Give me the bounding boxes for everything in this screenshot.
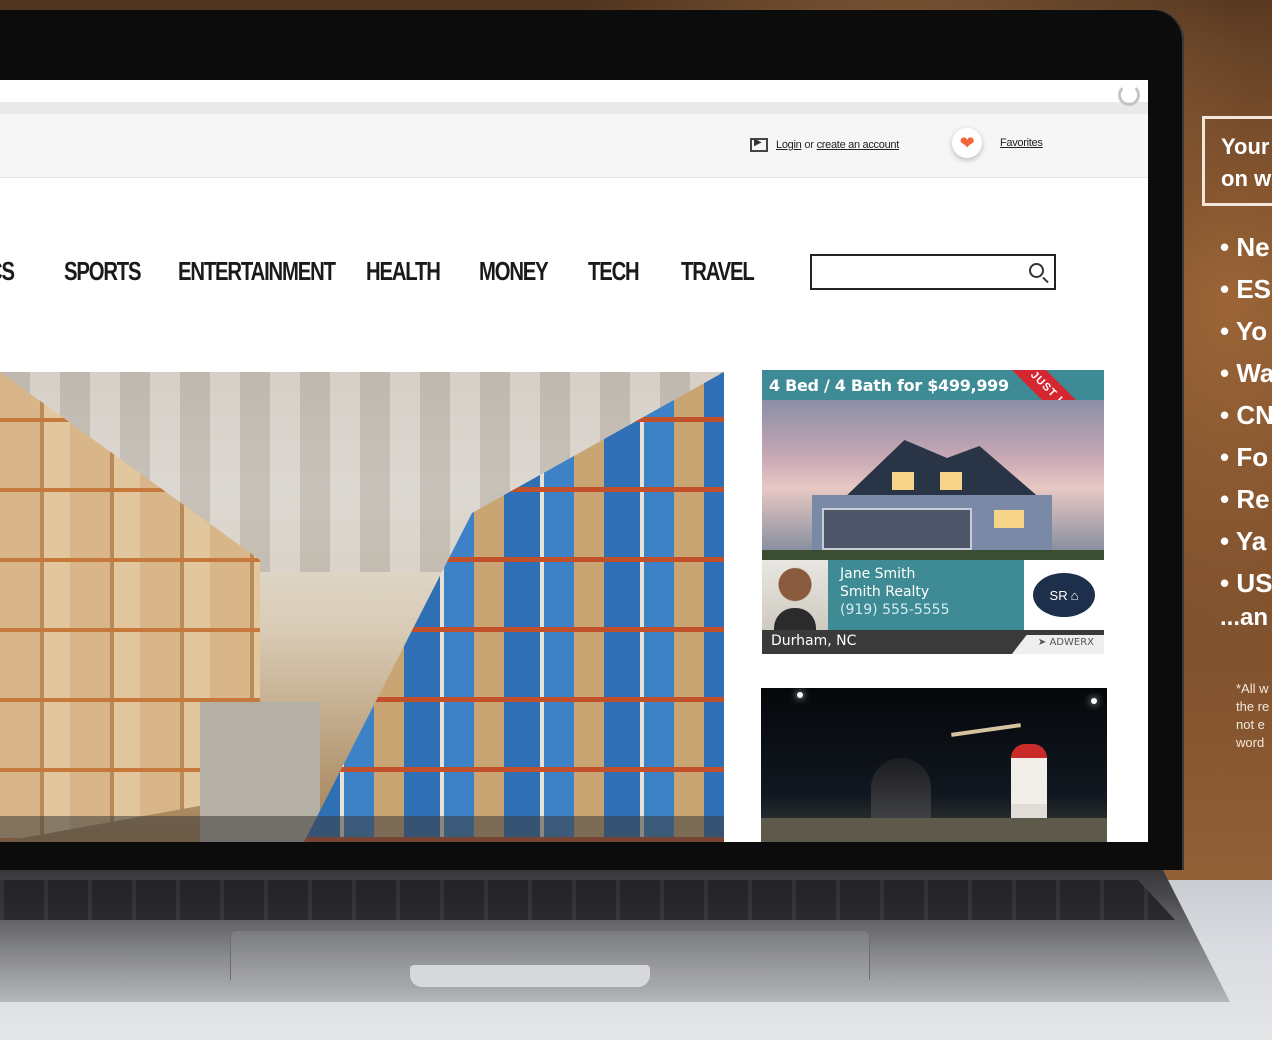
nav-item-entertainment[interactable]: ENTERTAINMENT [178,256,336,287]
laptop-lid: Login or create an account ❤ Favorites C… [0,10,1184,870]
or-text: or [804,139,814,151]
nav-item-travel[interactable]: TRAVEL [681,256,755,287]
agent-info: Jane Smith Smith Realty (919) 555-5555 [828,560,1024,630]
promo-heading-line1: Your [1221,134,1270,159]
house-window [892,472,914,490]
house-window [994,510,1024,528]
house-icon: ⌂ [1070,587,1079,603]
login-link[interactable]: Login [776,139,802,151]
nav-item-sports[interactable]: SPORTS [64,256,142,287]
search-icon[interactable] [1029,263,1044,278]
house-window [940,472,962,490]
search-input[interactable] [810,254,1056,290]
ad-location: Durham, NC [771,633,857,649]
agency-name: Smith Realty [840,584,930,600]
agent-name: Jane Smith [840,566,916,582]
browser-address-bar [0,80,1148,114]
site-header: Login or create an account ❤ Favorites [0,114,1148,178]
agent-phone: (919) 555-5555 [840,602,950,618]
promo-item: Re [1220,478,1272,520]
nav-item-health[interactable]: HEALTH [366,256,441,287]
house-roof [842,440,1042,500]
promo-more: ...an [1220,604,1269,631]
house-photo [762,400,1104,560]
laptop-notch [410,965,650,987]
agency-logo-badge: SR ⌂ [1033,573,1095,617]
agency-logo-text: SR [1049,587,1068,603]
login-icon[interactable] [750,137,768,152]
bat [951,723,1021,737]
nav-item-money[interactable]: MONEY [479,256,549,287]
real-estate-ad[interactable]: 4 Bed / 4 Bath for $499,999 JUST LISTED … [762,370,1104,655]
house-lawn [762,550,1104,560]
favorites-area: ❤ Favorites [952,128,1043,158]
baseball-field [761,818,1107,842]
hero-caption-bar [0,816,724,842]
refresh-icon[interactable] [1118,84,1140,106]
promo-heading-box: Your on w [1202,116,1272,206]
agency-logo: SR ⌂ [1024,560,1104,630]
main-nav: CS SPORTS ENTERTAINMENT HEALTH MONEY TEC… [0,256,760,296]
stadium-light [1091,698,1097,704]
promo-heading-line2: on w [1221,166,1272,191]
footnote-line: the re [1236,699,1270,714]
house-garage [822,508,972,550]
promo-item: ES [1220,268,1272,310]
footnote-line: word [1236,735,1265,750]
heart-icon[interactable]: ❤ [952,128,982,158]
promo-item: Fo [1220,436,1272,478]
promo-item: Ne [1220,226,1272,268]
promo-item: CN [1220,394,1272,436]
agent-row: Jane Smith Smith Realty (919) 555-5555 S… [762,560,1104,630]
footnote-line: *All w [1236,681,1269,696]
favorites-link[interactable]: Favorites [1000,137,1043,149]
stadium-light [797,692,803,698]
create-account-link[interactable]: create an account [817,139,900,151]
hero-image-warehouse[interactable] [0,372,724,842]
laptop-keyboard [0,880,1176,920]
promo-item: Ya [1220,520,1272,562]
promo-item: Wa [1220,352,1272,394]
ad-footer: Durham, NC ➤ ADWERX [762,630,1104,654]
promo-item: Yo [1220,310,1272,352]
nav-item-tech[interactable]: TECH [588,256,640,287]
footnote-line: not e [1236,717,1265,732]
adwerx-badge[interactable]: ➤ ADWERX [1011,635,1104,654]
navigation-arrow-icon: ➤ [1037,637,1047,648]
promo-footnote: *All w the re not e word [1236,680,1269,752]
browser-screen: Login or create an account ❤ Favorites C… [0,80,1148,842]
baseball-video-thumbnail[interactable] [761,688,1107,842]
promo-item: US [1220,562,1272,604]
nav-item-politics[interactable]: CS [0,256,15,287]
adwerx-label: ADWERX [1049,637,1094,648]
agent-photo [762,560,828,630]
login-area: Login or create an account [750,137,900,152]
promo-list: Ne ES Yo Wa CN Fo Re Ya US ...an [1220,226,1272,632]
